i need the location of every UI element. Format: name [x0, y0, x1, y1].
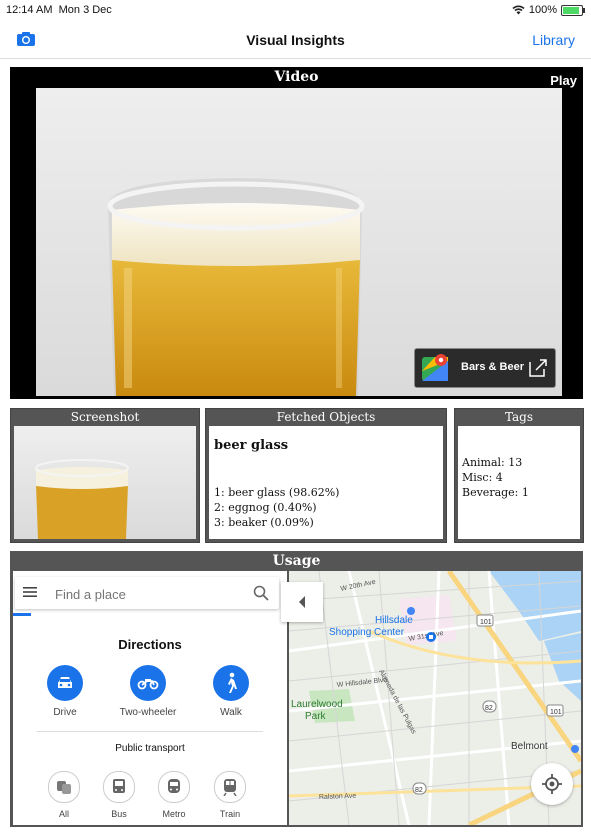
screenshot-image	[35, 459, 129, 539]
divider	[37, 731, 263, 732]
route-82-label: 82	[415, 787, 423, 794]
status-bar: 12:14 AM Mon 3 Dec 100%	[0, 0, 591, 20]
map-label-ralston: Ralston Ave	[319, 793, 357, 801]
map-label-hillsdale: Hillsdale	[375, 615, 413, 626]
transit-label: All	[58, 809, 69, 819]
page-title: Visual Insights	[246, 32, 345, 48]
fetched-objects-panel: Fetched Objects beer glass 1: beer glass…	[205, 408, 447, 543]
result-item: 1: beer glass (98.62%)	[214, 486, 340, 499]
my-location-button[interactable]	[531, 763, 573, 805]
usage-title: Usage	[272, 553, 321, 569]
battery-percent: 100%	[528, 4, 557, 16]
maps-badge[interactable]: Bars & Beer	[414, 348, 556, 388]
screenshot-title: Screenshot	[70, 410, 140, 424]
route-101-label: 101	[550, 709, 562, 716]
fetched-objects-title: Fetched Objects	[276, 410, 376, 424]
route-shield-101: 101	[546, 704, 564, 717]
mode-label: Drive	[53, 707, 77, 718]
mode-drive[interactable]: Drive	[30, 665, 100, 718]
train-icon	[223, 779, 237, 796]
map-label-park: Park	[305, 711, 327, 722]
tag-item: Misc: 4	[462, 471, 503, 484]
chevron-left-icon	[299, 596, 305, 608]
video-title: Video	[274, 69, 319, 85]
maps-badge-label: Bars & Beer	[461, 361, 524, 373]
google-maps-icon	[422, 354, 448, 381]
place-pin-icon	[407, 607, 415, 615]
route-shield-101: 101	[476, 614, 494, 627]
tags-title: Tags	[504, 410, 534, 424]
place-pin-icon	[571, 745, 579, 753]
bus-icon	[113, 779, 125, 793]
search-icon[interactable]	[253, 585, 269, 601]
map-label-belmont: Belmont	[511, 741, 548, 752]
menu-icon[interactable]	[23, 587, 37, 597]
status-right: 100%	[512, 4, 585, 16]
navigation-bar: Visual Insights Library	[0, 22, 591, 59]
directions-title: Directions	[118, 637, 182, 652]
tag-item: Beverage: 1	[462, 486, 529, 499]
transit-bus[interactable]: Bus	[89, 771, 149, 819]
route-101-label: 101	[480, 619, 492, 626]
my-location-icon	[542, 774, 562, 794]
walk-icon	[228, 672, 237, 693]
tag-list: Animal: 13 Misc: 4 Beverage: 1	[462, 455, 529, 500]
transit-all[interactable]: All	[34, 771, 94, 819]
transit-label: Train	[219, 809, 241, 819]
external-link-icon	[529, 359, 547, 377]
fetched-objects-body: beer glass 1: beer glass (98.62%) 2: egg…	[209, 426, 443, 539]
transit-all-icon	[57, 781, 71, 794]
result-list: 1: beer glass (98.62%) 2: eggnog (0.40%)…	[214, 485, 339, 530]
place-search-box	[15, 577, 279, 609]
public-transport-title: Public transport	[115, 743, 185, 754]
mode-label: Two-wheeler	[119, 707, 177, 718]
tags-panel: Tags Animal: 13 Misc: 4 Beverage: 1	[454, 408, 584, 543]
route-shield-82: 82	[482, 700, 497, 713]
mode-walk[interactable]: Walk	[196, 665, 266, 718]
video-panel: Video Play Bars & Beer	[10, 67, 583, 399]
transit-label: Bus	[111, 809, 127, 819]
metro-icon	[168, 779, 180, 793]
mode-label: Walk	[220, 707, 242, 718]
shopping-pin-icon	[426, 632, 436, 642]
transit-train[interactable]: Train	[200, 771, 260, 819]
transit-metro[interactable]: Metro	[144, 771, 204, 819]
motorbike-icon	[137, 679, 159, 690]
mode-two-wheeler[interactable]: Two-wheeler	[113, 665, 183, 718]
battery-icon	[561, 4, 585, 16]
result-item: 2: eggnog (0.40%)	[214, 501, 317, 514]
transit-label: Metro	[162, 809, 186, 819]
car-icon	[58, 677, 72, 688]
tags-body: Animal: 13 Misc: 4 Beverage: 1	[458, 426, 580, 539]
tag-item: Animal: 13	[462, 456, 523, 469]
screenshot-thumbnail[interactable]	[14, 426, 196, 539]
map-label-laurelwood: Laurelwood	[291, 699, 343, 710]
route-shield-82: 82	[412, 782, 427, 795]
top-label: beer glass	[214, 438, 289, 453]
collapse-panel-button[interactable]	[281, 582, 323, 622]
search-input[interactable]	[53, 583, 237, 605]
status-time: 12:14 AM Mon 3 Dec	[6, 4, 112, 16]
loading-indicator	[13, 613, 31, 616]
library-button[interactable]: Library	[532, 32, 575, 48]
screenshot-panel: Screenshot	[10, 408, 200, 543]
result-item: 3: beaker (0.09%)	[214, 516, 314, 529]
wifi-icon	[512, 5, 525, 15]
route-82-label: 82	[485, 705, 493, 712]
directions-pane: Directions Drive Two-wheeler Walk Public…	[13, 571, 287, 825]
map-label-shopping-center: Shopping Center	[329, 627, 405, 638]
play-button[interactable]: Play	[550, 73, 577, 88]
